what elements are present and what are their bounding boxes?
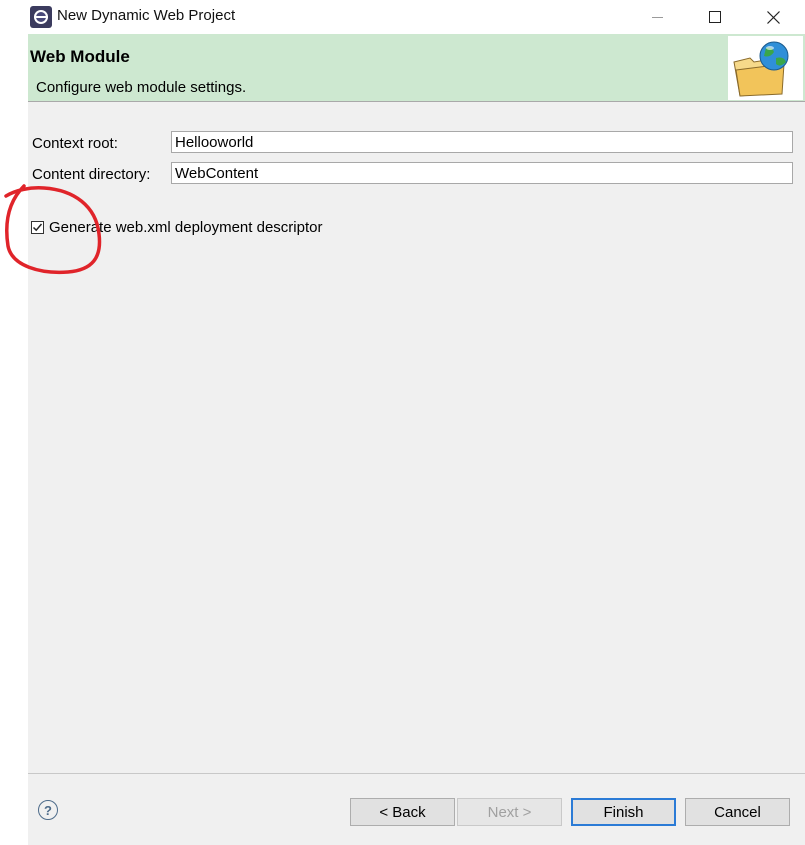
minimize-button[interactable] bbox=[628, 0, 686, 34]
close-button[interactable] bbox=[744, 0, 802, 34]
close-icon bbox=[766, 10, 780, 24]
back-button[interactable]: < Back bbox=[350, 798, 455, 826]
eclipse-icon bbox=[30, 6, 52, 28]
generate-descriptor-label: Generate web.xml deployment descriptor bbox=[49, 219, 323, 236]
wizard-banner: Web Module Configure web module settings… bbox=[28, 34, 805, 101]
help-icon: ? bbox=[44, 802, 52, 818]
footer-separator bbox=[28, 773, 805, 774]
window-title-bar: New Dynamic Web Project bbox=[0, 0, 805, 34]
checkmark-icon bbox=[32, 223, 43, 232]
dialog-body: Web Module Configure web module settings… bbox=[28, 34, 805, 845]
help-button[interactable]: ? bbox=[38, 800, 58, 820]
minimize-icon bbox=[651, 16, 663, 18]
banner-icon-container bbox=[728, 36, 803, 100]
maximize-icon bbox=[709, 11, 721, 23]
cancel-button[interactable]: Cancel bbox=[685, 798, 790, 826]
context-root-field[interactable]: Hellooworld bbox=[171, 131, 793, 153]
page-title: Web Module bbox=[30, 47, 130, 66]
content-directory-field[interactable]: WebContent bbox=[171, 162, 793, 184]
banner-separator bbox=[28, 101, 805, 102]
next-button[interactable]: Next > bbox=[457, 798, 562, 826]
context-root-label: Context root: bbox=[32, 135, 118, 152]
generate-descriptor-checkbox[interactable] bbox=[31, 221, 44, 234]
finish-button[interactable]: Finish bbox=[571, 798, 676, 826]
generate-descriptor-row[interactable]: Generate web.xml deployment descriptor bbox=[31, 219, 322, 236]
maximize-button[interactable] bbox=[686, 0, 744, 34]
web-folder-globe-icon bbox=[733, 41, 789, 97]
content-directory-label: Content directory: bbox=[32, 166, 151, 183]
page-description: Configure web module settings. bbox=[36, 79, 247, 96]
window-title: New Dynamic Web Project bbox=[57, 7, 236, 24]
